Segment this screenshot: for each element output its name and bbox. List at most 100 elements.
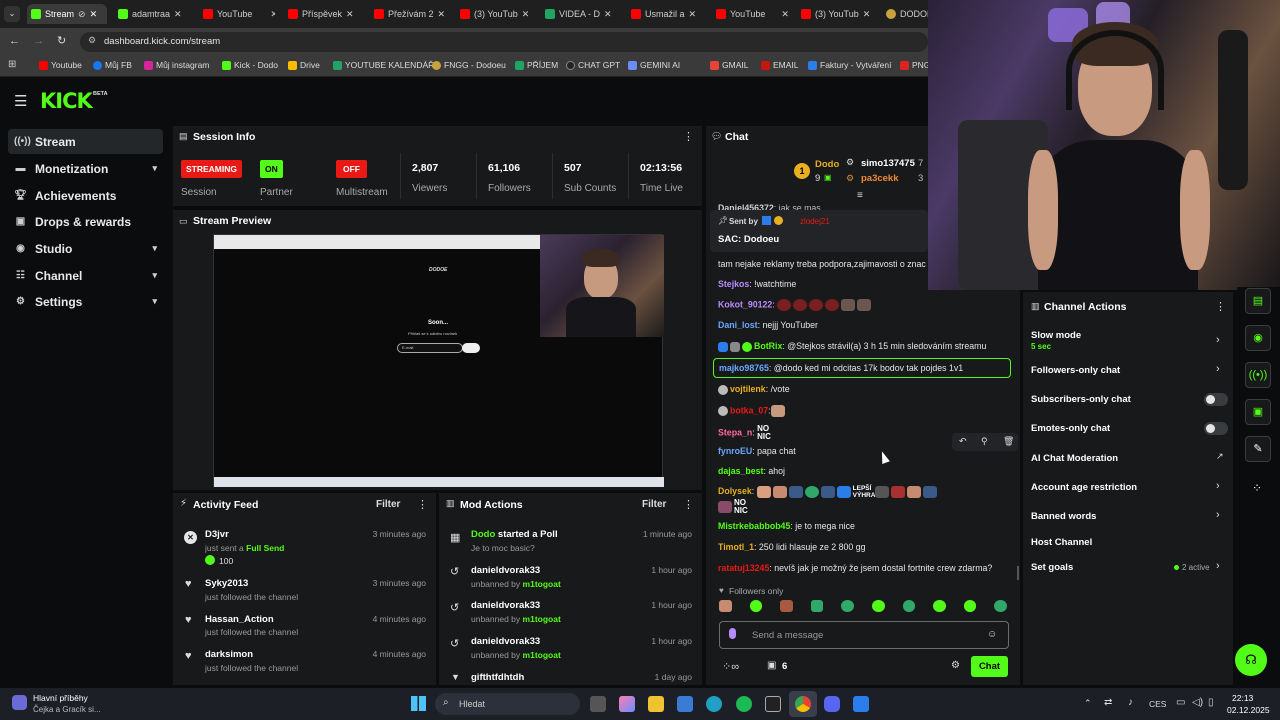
menu-icon[interactable]: ☰ [14,92,27,110]
emote-icon[interactable] [749,600,763,612]
bookmark-kick[interactable]: Kick - Dodo [222,60,278,70]
sync-icon[interactable]: ⇄ [1104,697,1112,708]
bookmark-youtube[interactable]: Youtube [39,60,82,70]
emote-icon[interactable] [719,600,732,612]
sidebar-item-drops[interactable]: ▣ Drops & rewards [8,209,163,234]
chat-user[interactable]: fynroEU [718,446,752,456]
battery-icon[interactable]: ▯ [1208,697,1214,708]
sidebar-item-stream[interactable]: ((•)) Stream [8,129,163,154]
support-button[interactable]: ☊ [1235,644,1267,676]
windows-start-icon[interactable] [411,696,426,711]
set-goals-row[interactable]: Set goals [1031,562,1073,573]
volume-icon[interactable]: ◁) [1192,697,1203,708]
sidebar-item-channel[interactable]: ☷ Channel ▾ [8,263,163,288]
chat-user[interactable]: majko98765 [719,363,769,373]
emote-icon[interactable] [963,600,977,612]
bookmark-faktury[interactable]: Faktury - Vytváření [808,60,891,70]
emote-icon[interactable] [994,600,1007,612]
chat-user[interactable]: Dolysek [718,486,752,496]
emoji-icon[interactable]: ☺ [987,629,997,640]
chat-user[interactable]: Dani_lost [718,320,758,330]
emote-icon[interactable] [871,600,885,612]
pinned-message[interactable]: 📌︎ Sent by zlodej21 SAC: Dodoeu [710,210,928,252]
stream-video[interactable]: DODOE Soon... Přihlaš se k odběru novine… [213,234,664,487]
wrench-icon[interactable]: ✎ [1245,436,1271,462]
close-icon[interactable]: ✕ [174,9,182,20]
bookmark-prijem[interactable]: PŘÍJEM [515,60,558,70]
chevron-right-icon[interactable]: › [1216,560,1220,572]
gift-leaderboard[interactable]: 1 Dodo 9 ▣ ⚙ simo137475 7 ⚙ pa3cekk 3 [706,152,928,192]
chat-user[interactable]: Kokot_90122 [718,299,772,309]
tab-prezivam[interactable]: Přežívám 2 ✕ [374,4,449,24]
on-badge[interactable]: ON [260,160,283,178]
chat-user[interactable]: botka_07 [730,405,768,415]
bookmark-chatgpt[interactable]: CHAT GPT [566,60,620,70]
tab-youtube-2[interactable]: YouTube ✕ [716,4,791,24]
url-text[interactable]: dashboard.kick.com/stream [104,36,220,47]
bookmark-calendar[interactable]: YOUTUBE KALENDÁŘ [333,60,434,70]
close-icon[interactable]: ✕ [346,9,354,20]
close-icon[interactable]: ✕ [863,9,871,20]
off-badge[interactable]: OFF [336,160,367,178]
account-age-row[interactable]: Account age restriction [1031,482,1137,493]
chat-user[interactable]: dajas_best [718,466,763,476]
infinity-icon[interactable]: ⁘∞ [722,660,739,673]
bookmark-gmail[interactable]: GMAIL [710,60,748,70]
tab-adamtraa[interactable]: adamtraa ✕ [118,4,190,24]
slow-mode-row[interactable]: Slow mode [1031,330,1081,341]
bookmark-fb[interactable]: Můj FB [93,60,132,70]
banned-words-row[interactable]: Banned words [1031,511,1096,522]
capcut-icon[interactable] [765,696,781,712]
apps-grid-icon[interactable]: ⁘ [1252,481,1262,495]
spotify-icon[interactable] [736,696,752,712]
bookmark-instagram[interactable]: Můj instagram [144,60,209,70]
more-icon[interactable]: ⋮ [683,130,694,143]
pinned-user[interactable]: zlodej21 [800,217,830,226]
mod-user[interactable]: danieldvorak33 [471,600,540,611]
tab-youtube[interactable]: YouTube ✕ [203,4,275,24]
chat-bubble-icon[interactable]: ◉ [1245,325,1271,351]
collapse-icon[interactable]: ≡ [857,190,863,201]
kick-logo[interactable]: KICK [40,89,93,113]
mod-user[interactable]: danieldvorak33 [471,636,540,647]
tab-search-icon[interactable]: ⌄ [4,6,20,22]
tray-chevron-icon[interactable]: ⌃ [1084,698,1092,709]
notes-icon[interactable]: ▤ [1245,288,1271,314]
activity-user[interactable]: darksimon [205,649,253,660]
settings-icon[interactable]: ⚙ [951,660,960,671]
chevron-right-icon[interactable]: › [1216,509,1220,521]
emote-icon[interactable] [933,600,946,612]
emotes-only-toggle[interactable] [1204,422,1228,435]
subscribers-only-row[interactable]: Subscribers-only chat [1031,394,1131,405]
host-channel-row[interactable]: Host Channel [1031,537,1092,548]
chat-user[interactable]: Stejkos [718,279,749,289]
pin-icon[interactable]: ⚲ [981,436,988,447]
activity-user[interactable]: Syky2013 [205,578,248,589]
mic-icon[interactable]: ♪ [1128,697,1133,708]
app-icon[interactable] [853,696,869,712]
site-info-icon[interactable]: ⚙ [88,35,96,46]
edge-icon[interactable] [706,696,722,712]
chat-user[interactable]: Timotl_1 [718,542,754,552]
emote-icon[interactable] [810,600,824,612]
activity-filter-button[interactable]: Filter [376,499,400,510]
network-icon[interactable]: ▭ [1176,697,1185,708]
discord-icon[interactable] [824,696,840,712]
chevron-right-icon[interactable]: › [1216,480,1220,492]
tab-stream[interactable]: Stream ⊘ ✕ [27,4,107,24]
delete-icon[interactable]: 🗑︎ [1003,436,1014,447]
chat-user[interactable]: BotRix [754,341,782,351]
tab-youtube-4[interactable]: (3) YouTub ✕ [801,4,876,24]
close-icon[interactable]: ✕ [604,9,612,20]
taskbar-search[interactable] [435,693,580,715]
bookmark-drive[interactable]: Drive [288,60,320,70]
news-widget-icon[interactable] [12,695,27,710]
chat-user[interactable]: ratatuj13245 [718,563,769,573]
forward-icon[interactable]: → [33,35,44,47]
sidebar-item-monetization[interactable]: ▬ Monetization ▾ [8,156,163,181]
mod-filter-button[interactable]: Filter [642,499,666,510]
chat-scrollbar[interactable] [1017,566,1019,580]
activity-user[interactable]: D3jvr [205,529,229,540]
chevron-right-icon[interactable]: › [1216,334,1220,346]
sidebar-item-studio[interactable]: ◉ Studio ▾ [8,236,163,261]
